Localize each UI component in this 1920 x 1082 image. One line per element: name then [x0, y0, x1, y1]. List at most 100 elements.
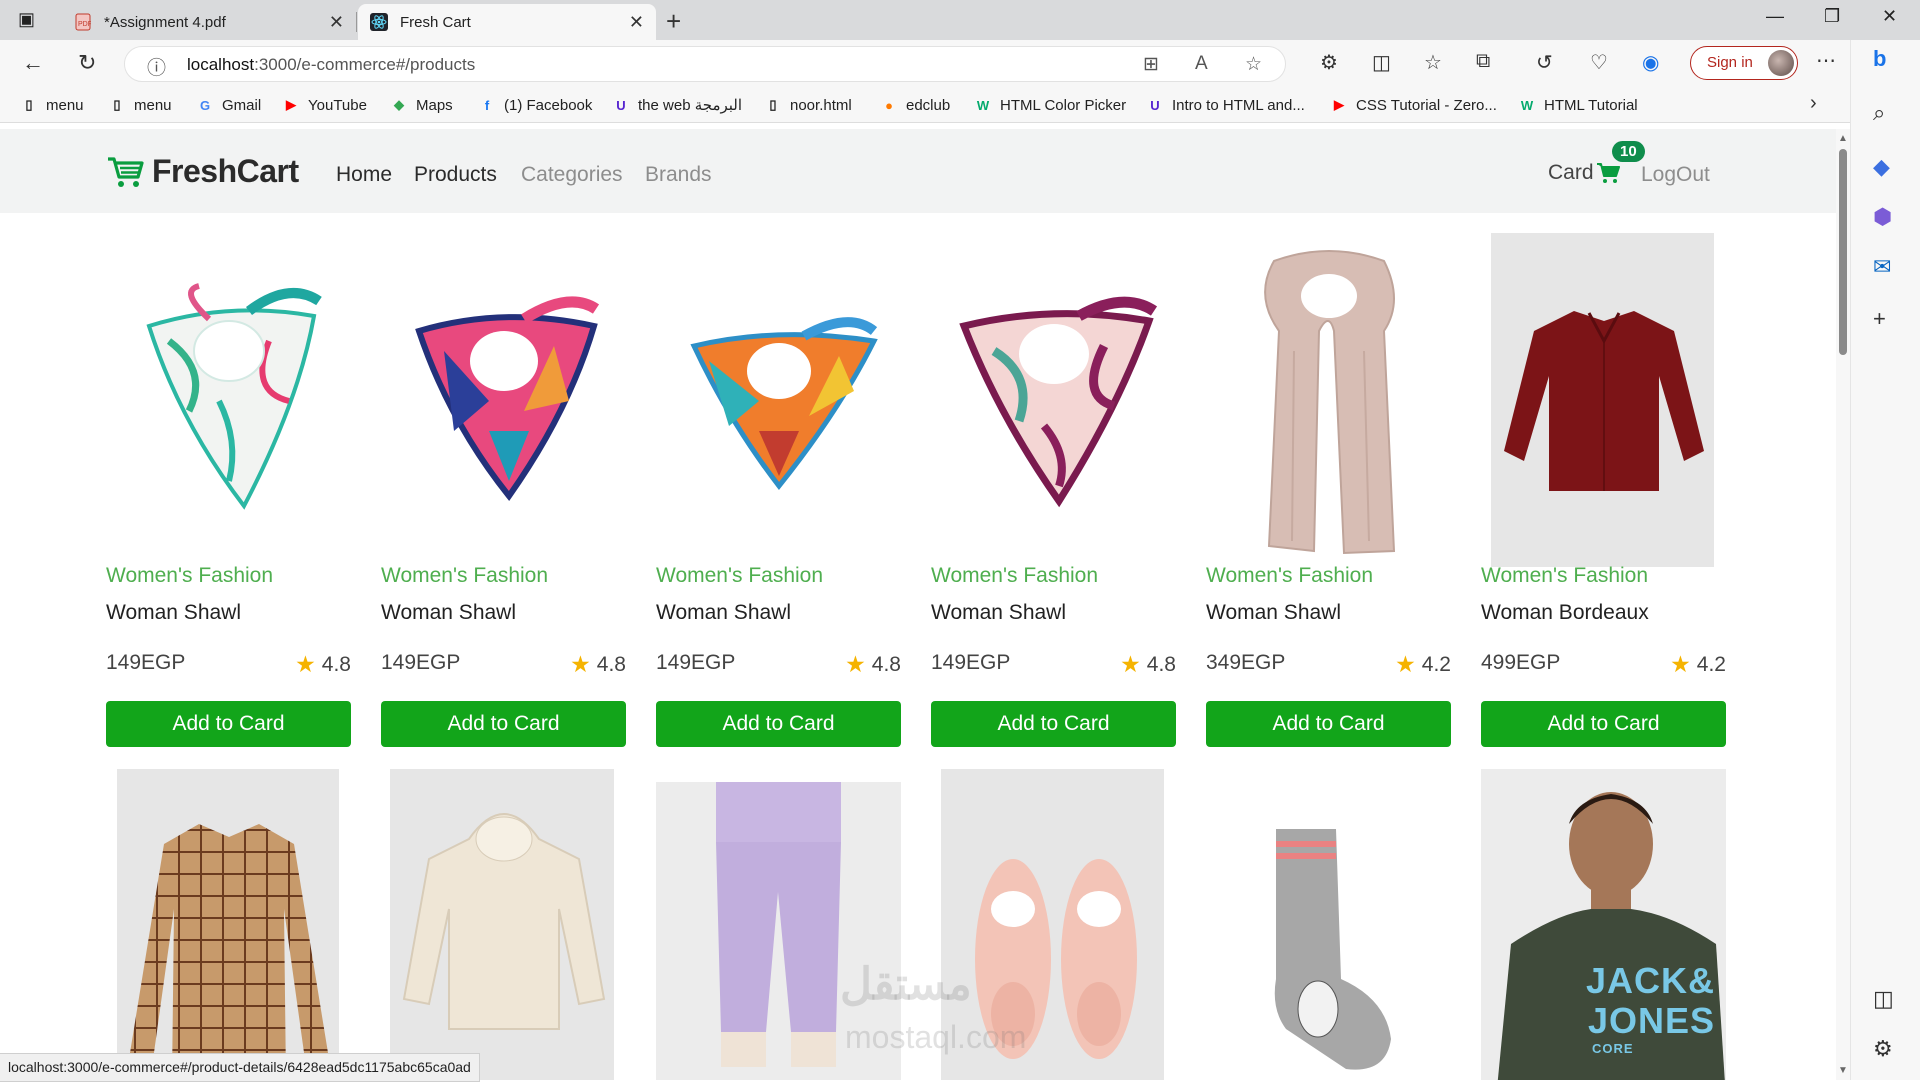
product-card[interactable]: [381, 769, 626, 1080]
product-category: Women's Fashion: [106, 564, 274, 587]
shopping-icon[interactable]: ◆: [1873, 154, 1890, 180]
outlook-icon[interactable]: ✉: [1873, 254, 1891, 280]
react-icon: [370, 13, 388, 31]
add-to-cart-button[interactable]: Add to Card: [106, 701, 351, 747]
scroll-up-icon[interactable]: ▲: [1838, 133, 1848, 144]
page-icon: ▯: [25, 97, 33, 112]
add-to-cart-button[interactable]: Add to Card: [1481, 701, 1726, 747]
scroll-down-icon[interactable]: ▼: [1838, 1065, 1848, 1076]
product-title: Woman Shawl: [1206, 601, 1342, 624]
scroll-thumb[interactable]: [1839, 149, 1847, 355]
nav-categories[interactable]: Categories: [521, 163, 623, 187]
performance-icon[interactable]: ♡: [1590, 50, 1608, 75]
read-aloud-icon[interactable]: A: [1195, 53, 1208, 75]
bookmark-item[interactable]: U Intro to HTML and...: [1146, 96, 1305, 114]
more-icon[interactable]: ⋯: [1816, 48, 1836, 73]
favorites-icon[interactable]: ☆: [1424, 50, 1442, 75]
window-close-icon[interactable]: ✕: [1882, 6, 1897, 27]
info-icon[interactable]: ⓘ: [147, 53, 166, 80]
add-to-cart-button[interactable]: Add to Card: [931, 701, 1176, 747]
product-image[interactable]: [381, 233, 626, 569]
bookmarks-bar: ▯ menu ▯ menu G Gmail ▶ YouTube ◆ Maps f (1) F…: [0, 88, 1860, 123]
refresh-icon[interactable]: ↻: [78, 50, 96, 76]
star-icon: ★: [1120, 651, 1141, 677]
copilot-icon[interactable]: b: [1873, 46, 1886, 72]
product-title: Woman Shawl: [381, 601, 517, 624]
close-icon[interactable]: ✕: [629, 12, 644, 33]
tab-fresh-cart[interactable]: Fresh Cart ✕: [358, 4, 656, 40]
product-image[interactable]: [1481, 233, 1726, 569]
edge-icon[interactable]: ◉: [1642, 50, 1659, 75]
sidebar-toggle-icon[interactable]: ◫: [1873, 986, 1894, 1012]
collections-icon[interactable]: ⧉: [1476, 50, 1490, 73]
bookmark-item[interactable]: ▶ YouTube: [282, 96, 367, 114]
grey-sock-image: [1274, 829, 1391, 1070]
lavender-sweatpants-image: [716, 782, 841, 1067]
back-icon[interactable]: ←: [22, 50, 44, 76]
search-icon[interactable]: ⌕: [1873, 100, 1885, 126]
product-category: Women's Fashion: [656, 564, 824, 587]
app-available-icon[interactable]: ⊞: [1143, 53, 1159, 76]
bookmark-item[interactable]: W HTML Color Picker: [974, 96, 1126, 114]
minimize-icon[interactable]: —: [1766, 6, 1784, 27]
close-icon[interactable]: ✕: [329, 12, 344, 33]
plaid-shirt-image: [129, 824, 329, 1080]
tab-title: Fresh Cart: [400, 13, 471, 31]
product-image[interactable]: [931, 233, 1176, 569]
tab-pdf[interactable]: PDF *Assignment 4.pdf ✕: [62, 4, 356, 40]
restore-icon[interactable]: ❐: [1824, 6, 1840, 27]
add-to-cart-button[interactable]: Add to Card: [656, 701, 901, 747]
bookmark-item[interactable]: G Gmail: [196, 96, 261, 114]
product-rating: ★ 4.2: [1395, 651, 1451, 677]
product-card[interactable]: [106, 769, 351, 1080]
add-to-cart-button[interactable]: Add to Card: [381, 701, 626, 747]
settings-icon[interactable]: ⚙: [1873, 1036, 1893, 1062]
avatar: [1768, 50, 1794, 76]
history-icon[interactable]: ↺: [1536, 50, 1553, 75]
extensions-icon[interactable]: ⚙: [1320, 50, 1338, 75]
cart-label: Card: [1548, 161, 1594, 184]
product-image[interactable]: [1206, 233, 1451, 569]
product-rating: ★ 4.8: [1120, 651, 1176, 677]
bookmark-item[interactable]: Uthe web البرمجة: [612, 96, 742, 114]
tab-actions-icon[interactable]: ▣: [18, 9, 35, 30]
chevron-right-icon[interactable]: ›: [1810, 92, 1817, 115]
bookmark-item[interactable]: ▯ menu: [20, 96, 83, 114]
office-icon[interactable]: ⬢: [1873, 204, 1892, 230]
bookmark-item[interactable]: ▯ menu: [108, 96, 171, 114]
split-screen-icon[interactable]: ◫: [1372, 50, 1391, 75]
logout-link[interactable]: LogOut: [1641, 163, 1710, 187]
product-image[interactable]: [656, 233, 901, 569]
star-icon: ★: [845, 651, 866, 677]
new-tab-icon[interactable]: +: [666, 6, 681, 37]
bookmark-item[interactable]: ● edclub: [880, 96, 950, 114]
add-to-cart-button[interactable]: Add to Card: [1206, 701, 1451, 747]
brand-logo[interactable]: FreshCart: [106, 153, 299, 190]
product-card[interactable]: JACK& JONES CORE: [1481, 769, 1726, 1080]
nav-brands[interactable]: Brands: [645, 163, 712, 187]
product-card[interactable]: [1206, 769, 1451, 1080]
cart-logo-icon: [108, 156, 144, 187]
sign-in-button[interactable]: Sign in: [1690, 46, 1798, 80]
page-content: FreshCart Home Products Categories Brand…: [0, 129, 1836, 1080]
nav-products[interactable]: Products: [414, 163, 497, 187]
bookmark-item[interactable]: W HTML Tutorial: [1518, 96, 1638, 114]
add-icon[interactable]: +: [1873, 306, 1886, 332]
page-scrollbar[interactable]: ▲ ▼: [1836, 129, 1850, 1080]
bookmark-item[interactable]: ◆ Maps: [390, 96, 453, 114]
bookmark-item[interactable]: ▶ CSS Tutorial - Zero...: [1330, 96, 1497, 114]
youtube-icon: ▶: [1334, 97, 1344, 112]
bookmark-item[interactable]: f (1) Facebook: [478, 96, 593, 114]
nav-home[interactable]: Home: [336, 163, 392, 187]
cart-icon: [1596, 163, 1620, 183]
maps-icon: ◆: [394, 97, 404, 112]
favorite-star-icon[interactable]: ☆: [1245, 53, 1262, 76]
site-navbar: FreshCart Home Products Categories Brand…: [0, 129, 1836, 213]
bookmark-item[interactable]: ▯ noor.html: [764, 96, 851, 114]
tab-title: *Assignment 4.pdf: [104, 13, 226, 31]
product-image[interactable]: [106, 233, 351, 569]
cart-link[interactable]: Card 10: [1548, 141, 1645, 185]
cream-hoodie-image: [402, 813, 606, 1030]
address-bar[interactable]: ⓘ localhost:3000/e-commerce#/products ⊞ …: [124, 46, 1286, 82]
status-bar-url: localhost:3000/e-commerce#/product-detai…: [0, 1053, 480, 1082]
